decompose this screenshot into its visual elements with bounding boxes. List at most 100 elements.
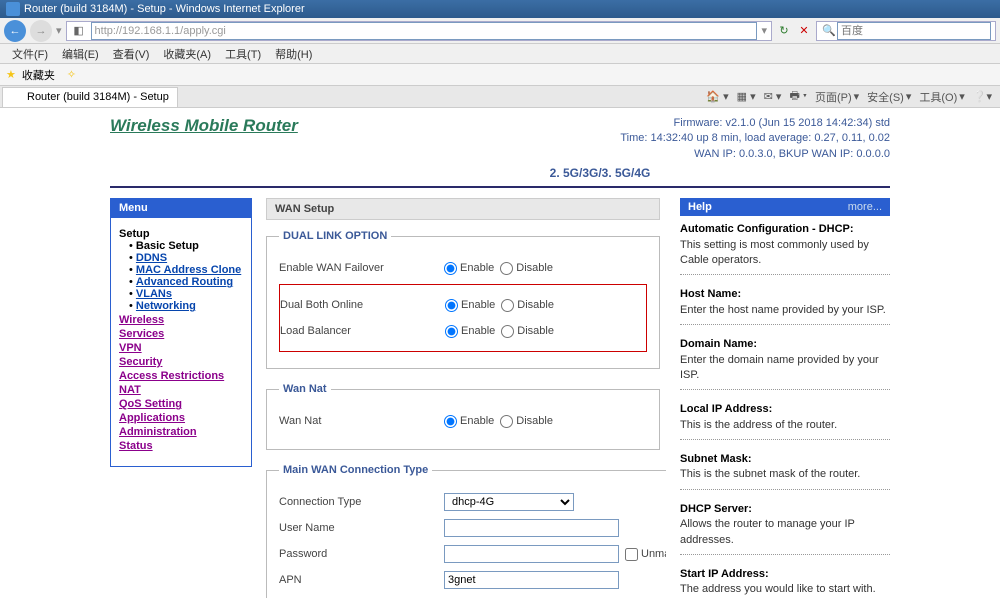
search-box[interactable]: 🔍 [816, 21, 996, 41]
user-label: User Name [279, 522, 444, 534]
tab-icon [11, 91, 23, 103]
sidebar: Menu Setup Basic SetupDDNSMAC Address Cl… [110, 198, 252, 598]
page-header: Wireless Mobile Router Firmware: v2.1.0 … [0, 108, 1000, 166]
both-disable[interactable] [501, 299, 514, 312]
lb-enable[interactable] [445, 325, 458, 338]
tab-tools: 🏠 ▾ ▦ ▾ ✉ ▾ 🖶 ▾ 页面(P) ▾ 安全(S) ▾ 工具(O) ▾ … [706, 87, 1000, 106]
ie-icon [6, 2, 20, 16]
sidebar-link[interactable]: VLANs [136, 288, 172, 300]
content-area: Menu Setup Basic SetupDDNSMAC Address Cl… [0, 188, 1000, 598]
dual-link-fieldset: DUAL LINK OPTION Enable WAN Failover Ena… [266, 230, 660, 369]
sidebar-root-link[interactable]: Security [119, 356, 243, 368]
favorites-bar: ★ 收藏夹 ✧ [0, 64, 1000, 86]
page-content: Wireless Mobile Router Firmware: v2.1.0 … [0, 108, 1000, 598]
sidebar-item: MAC Address Clone [129, 264, 243, 276]
wannat-label: Wan Nat [279, 415, 444, 427]
menu-编辑(E)[interactable]: 编辑(E) [56, 44, 105, 64]
apn-input[interactable] [444, 571, 619, 589]
star-icon[interactable]: ★ [6, 68, 16, 81]
sidebar-link[interactable]: MAC Address Clone [136, 264, 241, 276]
help-item: Start IP Address:The address you would l… [680, 567, 890, 598]
tab-active[interactable]: Router (build 3184M) - Setup [2, 87, 178, 107]
tab-label: Router (build 3184M) - Setup [27, 91, 169, 103]
back-button[interactable]: ← [4, 20, 26, 42]
help-item: Subnet Mask:This is the subnet mask of t… [680, 452, 890, 490]
ctype-select[interactable]: dhcp-4G [444, 493, 574, 511]
help-item: Local IP Address:This is the address of … [680, 402, 890, 440]
address-bar[interactable]: ◧ ▾ [66, 21, 772, 41]
sidebar-root-link[interactable]: NAT [119, 384, 243, 396]
stop-icon[interactable]: ✕ [796, 23, 812, 39]
wanip-line: WAN IP: 0.0.3.0, BKUP WAN IP: 0.0.0.0 [620, 147, 890, 162]
wannat-disable[interactable] [500, 415, 513, 428]
menu-文件(F)[interactable]: 文件(F) [6, 44, 54, 64]
menubar: 文件(F)编辑(E)查看(V)收藏夹(A)工具(T)帮助(H) [0, 44, 1000, 64]
sidebar-root-link[interactable]: Status [119, 440, 243, 452]
sidebar-root-link[interactable]: Applications [119, 412, 243, 424]
feed-icon[interactable]: ▦ ▾ [737, 90, 756, 103]
router-title: Wireless Mobile Router [110, 116, 298, 136]
failover-disable[interactable] [500, 262, 513, 275]
home-icon[interactable]: 🏠 ▾ [706, 90, 728, 103]
apn-label: APN [279, 574, 444, 586]
help-item: Automatic Configuration - DHCP:This sett… [680, 222, 890, 275]
help-item: DHCP Server:Allows the router to manage … [680, 502, 890, 555]
help-item: Host Name:Enter the host name provided b… [680, 287, 890, 325]
sidebar-section-setup: Setup [119, 228, 243, 240]
search-input[interactable] [837, 22, 991, 40]
help-body: Automatic Configuration - DHCP:This sett… [680, 216, 890, 598]
add-fav-icon[interactable]: ✧ [67, 68, 76, 81]
both-label: Dual Both Online [280, 299, 445, 311]
tab-bar: Router (build 3184M) - Setup 🏠 ▾ ▦ ▾ ✉ ▾… [0, 86, 1000, 108]
help-title: Help [688, 201, 712, 213]
menu-查看(V)[interactable]: 查看(V) [107, 44, 156, 64]
wannat-enable[interactable] [444, 415, 457, 428]
redbox: Dual Both Online Enable Disable Load Bal… [279, 284, 647, 352]
mail-icon[interactable]: ✉ ▾ [764, 90, 782, 103]
menu-body: Setup Basic SetupDDNSMAC Address CloneAd… [110, 218, 252, 467]
sidebar-root-link[interactable]: QoS Setting [119, 398, 243, 410]
help-icon[interactable]: ❔▾ [973, 90, 992, 103]
window-titlebar: Router (build 3184M) - Setup - Windows I… [0, 0, 1000, 18]
sidebar-item: Networking [129, 300, 243, 312]
lb-label: Load Balancer [280, 325, 445, 337]
sidebar-link[interactable]: Networking [136, 300, 196, 312]
refresh-icon[interactable]: ↻ [776, 23, 792, 39]
time-line: Time: 14:32:40 up 8 min, load average: 0… [620, 131, 890, 146]
favorites-label[interactable]: 收藏夹 [22, 67, 55, 83]
header-status: Firmware: v2.1.0 (Jun 15 2018 14:42:34) … [620, 116, 890, 162]
sidebar-root-link[interactable]: Wireless [119, 314, 243, 326]
both-enable[interactable] [445, 299, 458, 312]
url-input[interactable] [91, 22, 758, 40]
dual-link-legend: DUAL LINK OPTION [279, 230, 391, 242]
nav-toolbar: ← → ▾ ◧ ▾ ↻ ✕ 🔍 [0, 18, 1000, 44]
menu-header: Menu [110, 198, 252, 218]
sidebar-root-link[interactable]: Administration [119, 426, 243, 438]
print-icon[interactable]: 🖶 ▾ [789, 87, 807, 106]
unmask-chk[interactable] [625, 548, 638, 561]
page-menu[interactable]: 页面(P) ▾ [815, 89, 859, 105]
header-sub: 2. 5G/3G/3. 5G/4G [200, 166, 1000, 186]
safety-menu[interactable]: 安全(S) ▾ [867, 89, 911, 105]
sidebar-item: Basic Setup [129, 240, 243, 252]
forward-button[interactable]: → [30, 20, 52, 42]
page-icon: ◧ [71, 23, 87, 39]
failover-enable[interactable] [444, 262, 457, 275]
window-title: Router (build 3184M) - Setup - Windows I… [24, 3, 305, 15]
tools-menu[interactable]: 工具(O) ▾ [919, 89, 964, 105]
menu-帮助(H)[interactable]: 帮助(H) [269, 44, 318, 64]
user-input[interactable] [444, 519, 619, 537]
menu-收藏夹(A)[interactable]: 收藏夹(A) [157, 44, 217, 64]
lb-disable[interactable] [501, 325, 514, 338]
help-panel: Help more... Automatic Configuration - D… [680, 198, 890, 598]
menu-工具(T)[interactable]: 工具(T) [219, 44, 267, 64]
conn-legend: Main WAN Connection Type [279, 464, 432, 476]
sidebar-link[interactable]: Basic Setup [136, 240, 199, 252]
sidebar-link[interactable]: DDNS [136, 252, 167, 264]
sidebar-link[interactable]: Advanced Routing [136, 276, 233, 288]
sidebar-root-link[interactable]: Access Restrictions [119, 370, 243, 382]
help-more-link[interactable]: more... [848, 201, 882, 213]
sidebar-root-link[interactable]: VPN [119, 342, 243, 354]
pass-input[interactable] [444, 545, 619, 563]
sidebar-root-link[interactable]: Services [119, 328, 243, 340]
